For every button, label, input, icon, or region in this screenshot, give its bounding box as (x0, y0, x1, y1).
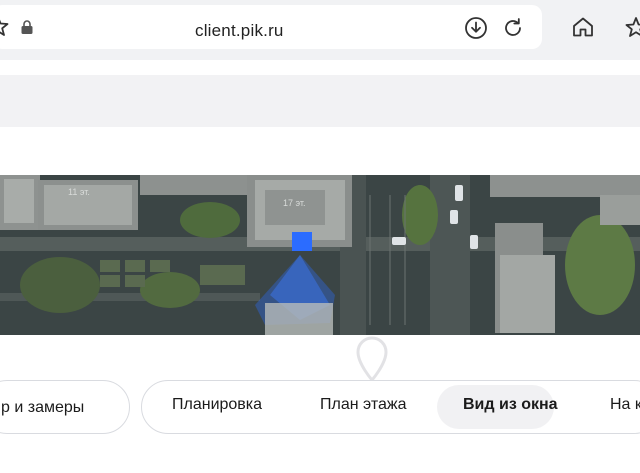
window-view-map[interactable]: 11 эт. 17 эт. (0, 175, 640, 335)
aerial-map-image (0, 175, 640, 335)
tab-on-map[interactable]: На к (610, 396, 640, 414)
view-tabs: р и замеры Планировка План этажа Вид из … (0, 378, 640, 438)
floor-label: 11 эт. (68, 187, 90, 197)
home-icon[interactable] (571, 15, 595, 39)
tab-window-view[interactable]: Вид из окна (463, 396, 558, 414)
download-icon[interactable] (464, 16, 488, 40)
tab-dimensions-label: р и замеры (1, 399, 85, 416)
reload-icon[interactable] (501, 16, 525, 40)
tab-floor-plan[interactable]: План этажа (320, 396, 406, 414)
tab-layout[interactable]: Планировка (172, 396, 262, 414)
floor-label: 17 эт. (283, 198, 306, 208)
address-bar[interactable]: client.pik.ru (0, 5, 542, 49)
star-icon[interactable] (0, 16, 12, 38)
star-icon[interactable] (624, 15, 640, 39)
tab-dimensions[interactable]: р и замеры (0, 380, 130, 434)
url-text: client.pik.ru (195, 21, 284, 40)
page-header-band (0, 75, 640, 127)
lock-icon (21, 20, 33, 34)
browser-toolbar: client.pik.ru (0, 0, 640, 60)
